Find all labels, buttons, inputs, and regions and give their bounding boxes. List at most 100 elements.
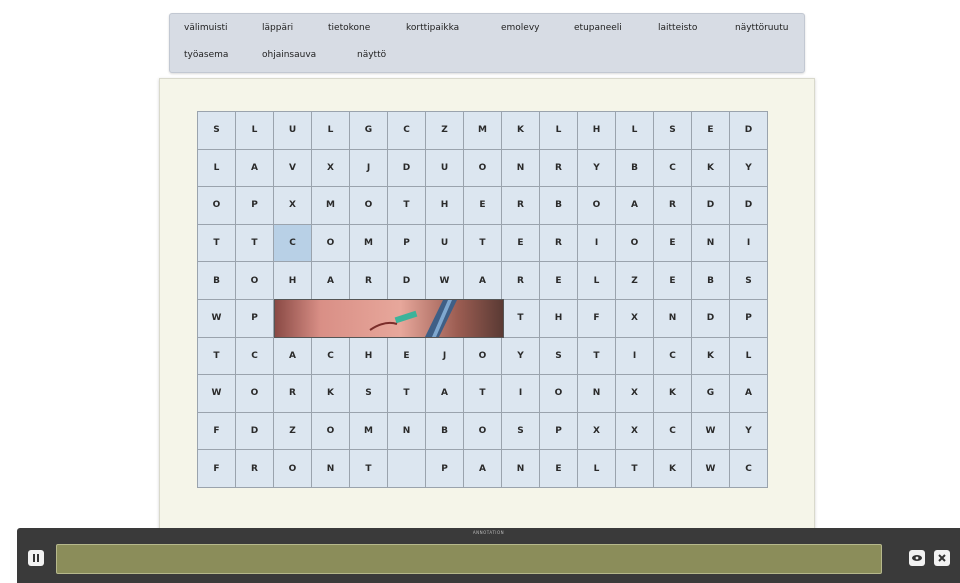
grid-cell[interactable]: T	[198, 224, 236, 263]
grid-cell[interactable]: N	[502, 149, 540, 188]
grid-cell[interactable]: I	[578, 224, 616, 263]
grid-cell[interactable]: O	[540, 375, 578, 413]
grid-cell[interactable]: I	[730, 224, 768, 263]
grid-cell[interactable]: N	[692, 224, 730, 263]
grid-cell[interactable]: U	[426, 149, 464, 188]
grid-cell[interactable]: Z	[616, 262, 654, 300]
progress-bar[interactable]	[56, 544, 882, 574]
grid-cell[interactable]: R	[236, 450, 274, 488]
grid-cell[interactable]: C	[236, 337, 274, 376]
grid-cell[interactable]: S	[540, 337, 578, 376]
grid-cell[interactable]: Y	[502, 337, 540, 376]
grid-cell[interactable]: L	[616, 112, 654, 150]
grid-cell[interactable]: E	[502, 224, 540, 263]
grid-cell[interactable]: R	[350, 262, 388, 300]
grid-cell[interactable]: L	[312, 112, 350, 150]
grid-cell[interactable]: K	[654, 450, 692, 488]
grid-cell[interactable]: L	[236, 112, 274, 150]
grid-cell[interactable]: H	[350, 337, 388, 376]
grid-cell[interactable]: T	[502, 299, 540, 338]
grid-cell[interactable]: I	[616, 337, 654, 376]
grid-cell[interactable]: A	[730, 375, 768, 413]
grid-cell[interactable]: W	[198, 299, 236, 338]
grid-cell[interactable]: C	[730, 450, 768, 488]
grid-cell[interactable]: N	[388, 412, 426, 451]
grid-cell[interactable]: S	[502, 412, 540, 451]
grid-cell[interactable]: O	[578, 187, 616, 225]
grid-cell[interactable]: C	[654, 149, 692, 188]
grid-cell[interactable]: W	[692, 450, 730, 488]
grid-cell[interactable]: O	[236, 375, 274, 413]
grid-cell[interactable]: C	[388, 112, 426, 150]
grid-cell[interactable]: E	[464, 187, 502, 225]
grid-cell[interactable]: G	[692, 375, 730, 413]
grid-cell[interactable]: L	[730, 337, 768, 376]
grid-cell[interactable]: K	[692, 149, 730, 188]
grid-cell[interactable]: A	[274, 337, 312, 376]
grid-cell[interactable]: H	[540, 299, 578, 338]
grid-cell[interactable]: A	[236, 149, 274, 188]
grid-cell[interactable]: T	[464, 224, 502, 263]
grid-cell[interactable]: P	[236, 299, 274, 338]
grid-cell[interactable]: R	[274, 375, 312, 413]
grid-cell[interactable]: B	[540, 187, 578, 225]
grid-cell[interactable]: A	[312, 262, 350, 300]
grid-cell[interactable]: X	[616, 375, 654, 413]
grid-cell[interactable]: K	[692, 337, 730, 376]
grid-cell[interactable]: A	[426, 375, 464, 413]
grid-cell[interactable]: K	[502, 112, 540, 150]
grid-cell[interactable]: K	[312, 375, 350, 413]
grid-cell[interactable]: J	[350, 149, 388, 188]
grid-cell[interactable]: W	[692, 412, 730, 451]
grid-cell[interactable]: W	[198, 375, 236, 413]
grid-cell[interactable]: P	[540, 412, 578, 451]
grid-cell[interactable]: Y	[578, 149, 616, 188]
grid-cell[interactable]: E	[540, 450, 578, 488]
grid-cell[interactable]: P	[730, 299, 768, 338]
grid-cell[interactable]: C	[274, 224, 312, 263]
grid-cell[interactable]: T	[350, 450, 388, 488]
grid-cell[interactable]: H	[578, 112, 616, 150]
grid-cell[interactable]: D	[692, 187, 730, 225]
grid-cell[interactable]: H	[426, 187, 464, 225]
grid-cell[interactable]: B	[692, 262, 730, 300]
grid-cell[interactable]: P	[388, 224, 426, 263]
grid-cell[interactable]: L	[578, 262, 616, 300]
grid-cell[interactable]: D	[692, 299, 730, 338]
grid-cell[interactable]: N	[654, 299, 692, 338]
grid-cell[interactable]: S	[654, 112, 692, 150]
grid-cell[interactable]: P	[236, 187, 274, 225]
grid-cell[interactable]: O	[312, 412, 350, 451]
grid-cell[interactable]: A	[464, 450, 502, 488]
grid-cell[interactable]: D	[236, 412, 274, 451]
grid-cell[interactable]: U	[274, 112, 312, 150]
grid-cell[interactable]	[388, 450, 426, 488]
grid-cell[interactable]: G	[350, 112, 388, 150]
grid-cell[interactable]: T	[464, 375, 502, 413]
grid-cell[interactable]: O	[464, 149, 502, 188]
grid-cell[interactable]: R	[654, 187, 692, 225]
grid-cell[interactable]: O	[312, 224, 350, 263]
grid-cell[interactable]: E	[388, 337, 426, 376]
grid-cell[interactable]: R	[502, 262, 540, 300]
grid-cell[interactable]: C	[312, 337, 350, 376]
grid-cell[interactable]: C	[654, 337, 692, 376]
grid-cell[interactable]: P	[426, 450, 464, 488]
grid-cell[interactable]: X	[578, 412, 616, 451]
grid-cell[interactable]: B	[198, 262, 236, 300]
grid-cell[interactable]: T	[578, 337, 616, 376]
grid-cell[interactable]: K	[654, 375, 692, 413]
grid-cell[interactable]: X	[312, 149, 350, 188]
grid-cell[interactable]: O	[464, 412, 502, 451]
grid-cell[interactable]: B	[616, 149, 654, 188]
pause-button[interactable]	[28, 550, 44, 566]
grid-cell[interactable]: W	[426, 262, 464, 300]
grid-cell[interactable]: E	[654, 262, 692, 300]
view-button[interactable]	[909, 550, 925, 566]
grid-cell[interactable]: X	[616, 412, 654, 451]
grid-cell[interactable]: R	[540, 149, 578, 188]
grid-cell[interactable]: X	[616, 299, 654, 338]
grid-cell[interactable]: O	[464, 337, 502, 376]
grid-cell[interactable]: T	[236, 224, 274, 263]
grid-cell[interactable]: Y	[730, 412, 768, 451]
